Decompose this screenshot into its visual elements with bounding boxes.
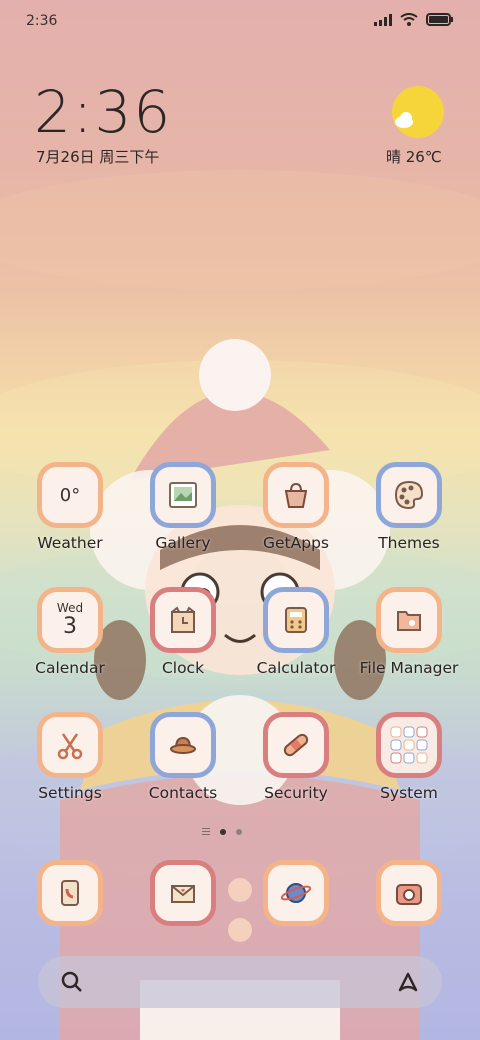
folder-icon[interactable] — [376, 587, 442, 653]
cloud-icon — [395, 112, 413, 128]
status-bar: 2:36 — [0, 0, 480, 44]
calendar-day: 3 — [63, 614, 77, 639]
app-security[interactable]: Security — [236, 712, 356, 802]
bandage-icon[interactable] — [263, 712, 329, 778]
app-calendar[interactable]: Wed 3 Calendar — [10, 587, 130, 677]
folder-grid-icon[interactable] — [376, 712, 442, 778]
app-themes[interactable]: Themes — [349, 462, 469, 552]
messages-icon[interactable] — [150, 860, 216, 926]
battery-icon — [426, 13, 453, 26]
app-label: Contacts — [148, 784, 218, 802]
app-gallery[interactable]: Gallery — [123, 462, 243, 552]
app-drawer-icon[interactable] — [202, 828, 210, 835]
dock-messages[interactable] — [123, 860, 243, 926]
hat-icon[interactable] — [150, 712, 216, 778]
background-band — [0, 170, 480, 290]
clock-icon[interactable] — [150, 587, 216, 653]
signal-icon — [374, 13, 392, 26]
camera-icon[interactable] — [376, 860, 442, 926]
page-indicator[interactable] — [202, 828, 242, 835]
clock-widget-date[interactable]: 7月26日 周三下午 — [36, 146, 159, 167]
search-icon[interactable] — [60, 970, 84, 994]
app-label: System — [380, 784, 438, 802]
app-label: Security — [264, 784, 328, 802]
calendar-weekday: Wed — [56, 601, 84, 615]
clock-widget-time[interactable]: 2:36 — [34, 78, 172, 146]
palette-icon[interactable] — [376, 462, 442, 528]
page-dot[interactable] — [236, 828, 242, 835]
status-time: 2:36 — [26, 13, 58, 29]
scissors-icon[interactable] — [37, 712, 103, 778]
phone-icon[interactable] — [37, 860, 103, 926]
app-settings[interactable]: Settings — [10, 712, 130, 802]
page-dot-active[interactable] — [220, 828, 226, 835]
app-label: Gallery — [155, 534, 211, 552]
app-weather[interactable]: 0° Weather — [10, 462, 130, 552]
assistant-icon[interactable] — [396, 970, 420, 994]
sun-icon[interactable] — [392, 86, 444, 138]
app-label: Calendar — [35, 659, 105, 677]
dock-browser[interactable] — [236, 860, 356, 926]
calendar-icon[interactable]: Wed 3 — [37, 587, 103, 653]
weather-widget-text[interactable]: 晴 26℃ — [386, 146, 442, 167]
calculator-icon[interactable] — [263, 587, 329, 653]
app-clock[interactable]: Clock — [123, 587, 243, 677]
app-calculator[interactable]: Calculator — [236, 587, 356, 677]
search-bar[interactable] — [38, 956, 442, 1008]
wifi-icon — [400, 13, 418, 26]
app-file-manager[interactable]: File Manager — [349, 587, 469, 677]
app-system-folder[interactable]: System — [349, 712, 469, 802]
app-getapps[interactable]: GetApps — [236, 462, 356, 552]
app-label: Themes — [378, 534, 440, 552]
weather-temperature: 0° — [59, 484, 81, 506]
wallpaper-illustration — [60, 339, 420, 1040]
dock-camera[interactable] — [349, 860, 469, 926]
app-label: Settings — [38, 784, 102, 802]
app-label: Clock — [161, 659, 205, 677]
weather-app-icon[interactable]: 0° — [37, 462, 103, 528]
app-label: Calculator — [256, 659, 336, 677]
dock-phone[interactable] — [10, 860, 130, 926]
shopping-bag-icon[interactable] — [263, 462, 329, 528]
app-contacts[interactable]: Contacts — [123, 712, 243, 802]
browser-icon[interactable] — [263, 860, 329, 926]
gallery-icon[interactable] — [150, 462, 216, 528]
app-label: File Manager — [359, 659, 459, 677]
app-label: Weather — [37, 534, 103, 552]
app-label: GetApps — [263, 534, 329, 552]
